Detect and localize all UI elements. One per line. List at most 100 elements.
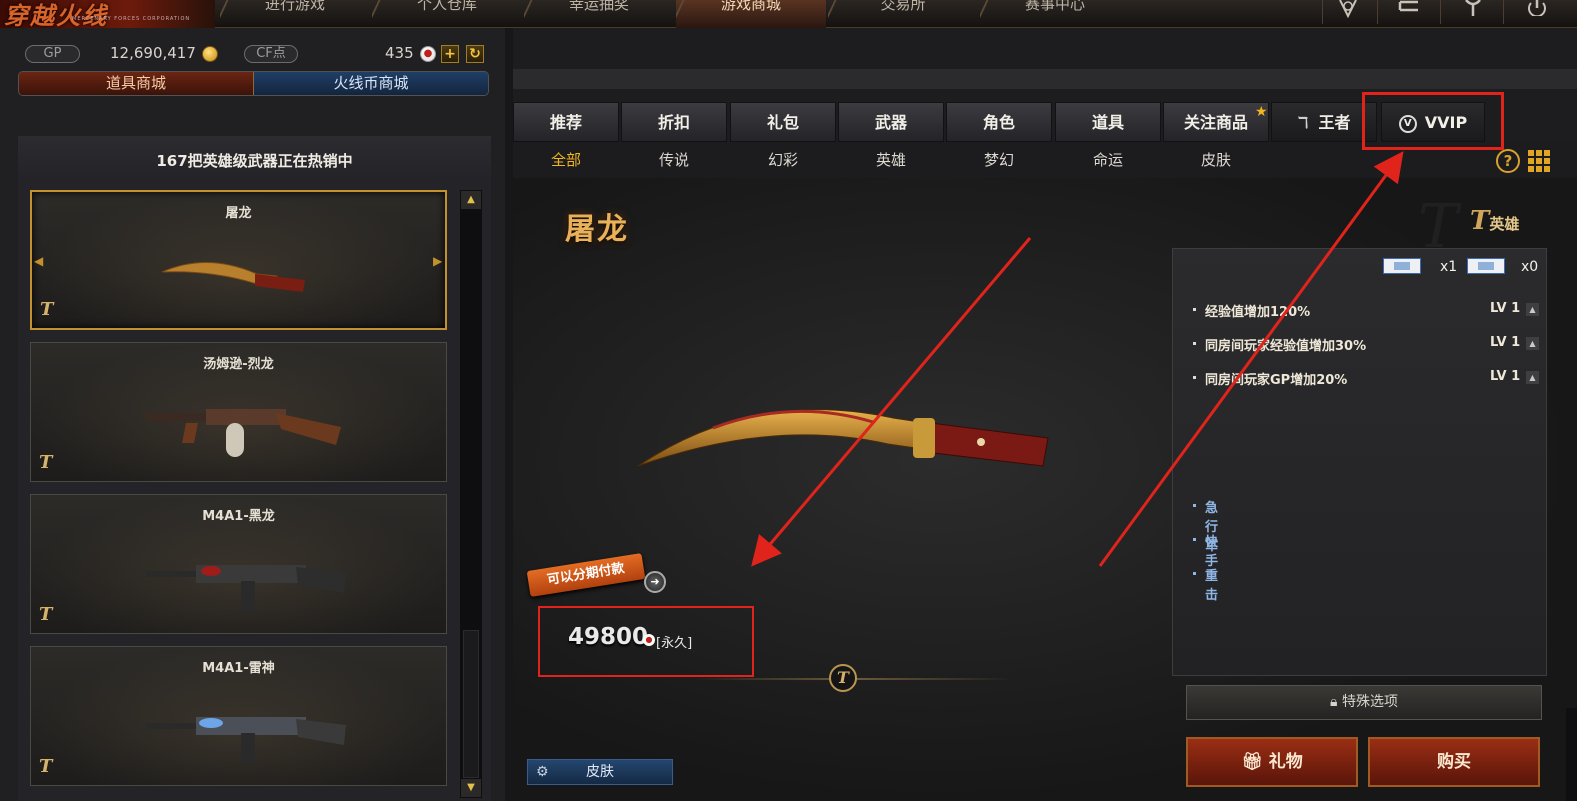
gp-value: 12,690,417 (110, 44, 196, 62)
king-icon: ℸ (1297, 113, 1309, 132)
machete-preview (637, 409, 1049, 467)
game-logo[interactable]: 穿越火线 MERCENARY FORCES CORPORATION (0, 0, 215, 30)
special-options-button[interactable]: 🔒︎ 特殊选项 (1186, 685, 1542, 720)
gift-icon: 🎁︎ (1241, 752, 1269, 772)
tab-king[interactable]: ℸ 王者 (1271, 102, 1377, 142)
tab-items[interactable]: 道具 (1055, 102, 1161, 142)
logo-subtitle: MERCENARY FORCES CORPORATION (72, 16, 191, 22)
tab-gift-pack[interactable]: 礼包 (730, 102, 836, 142)
tab-item-mall[interactable]: 道具商城 (19, 72, 254, 95)
subtab-all[interactable]: 全部 (513, 142, 619, 178)
grid-view-icon[interactable] (1528, 150, 1550, 172)
item-detail: 屠龙 T T英雄 可以分期付款 ➜ 49800 ● [永久] (513, 178, 1577, 801)
left-panel: GP 12,690,417 CF点 435 ● + ↻ 道具商城 火线币商城 1… (0, 28, 505, 801)
emblem-icon: T (829, 664, 857, 692)
nav-tab-label: 个人仓库 (416, 0, 477, 13)
item-card-m4a1-black-dragon[interactable]: M4A1-黑龙 T (30, 494, 447, 634)
skin-button[interactable]: ⚙ 皮肤 (527, 759, 673, 785)
nav-tab-inventory[interactable]: 个人仓库 (372, 0, 522, 28)
hero-rank-icon: T (39, 756, 53, 777)
nav-tab-lottery[interactable]: 幸运抽奖 (524, 0, 674, 28)
price-duration: [永久] (656, 636, 693, 651)
nav-tab-label: 赛事中心 (1024, 0, 1085, 13)
item-card-thompson[interactable]: 汤姆逊-烈龙 T (30, 342, 447, 482)
wrench-icon: ⚙ (536, 764, 549, 780)
hero-rank-icon: T (39, 604, 53, 625)
item-list-scrollbar[interactable]: ▲ ▼ (460, 190, 482, 798)
vip-shield-icon[interactable] (1335, 0, 1361, 20)
cf-coin-icon: ● (643, 634, 655, 646)
nav-tab-events[interactable]: 赛事中心 (980, 0, 1130, 28)
favorite-star-icon: ★ (1255, 104, 1268, 120)
machete-thumbnail (161, 261, 305, 292)
item-name: M4A1-黑龙 (202, 509, 275, 524)
rank-badge: T英雄 (1470, 206, 1519, 236)
banner-strip (513, 69, 1577, 89)
corner-ornament-icon: ▶ (433, 254, 443, 268)
category-tabs: 推荐 折扣 礼包 武器 角色 道具 关注商品 ★ ℸ 王者 V VVIP (513, 102, 1577, 142)
subtab-hero[interactable]: 英雄 (838, 142, 944, 178)
gp-coin-icon (202, 46, 218, 62)
nav-tab-exchange[interactable]: 交易所 (828, 0, 978, 28)
tab-favorites[interactable]: 关注商品 (1163, 102, 1269, 142)
skill-tag-label: 重击 (1205, 569, 1219, 603)
level-up-icon[interactable]: ▲ (1526, 371, 1539, 384)
nav-tab-shop[interactable]: 游戏商城 (676, 0, 826, 28)
stats-panel: x1 x0 经验值增加120% LV 1 ▲ 同房间玩家经验值增加30% LV … (1172, 248, 1547, 676)
tab-discount[interactable]: 折扣 (621, 102, 727, 142)
ticket-count: x1 (1440, 259, 1458, 275)
tab-huoxian-coin-mall[interactable]: 火线币商城 (254, 72, 488, 95)
price-box: 49800 ● [永久] (538, 606, 754, 677)
item-card-tulong[interactable]: 屠龙 ◀ ▶ T (30, 190, 447, 330)
subtab-colorful[interactable]: 幻彩 (730, 142, 836, 178)
nav-divider (1503, 0, 1504, 24)
ticket-count: x0 (1521, 259, 1539, 275)
nav-divider (1322, 0, 1323, 24)
item-name: M4A1-雷神 (202, 661, 275, 676)
installment-label: 可以分期付款 (526, 553, 646, 597)
subcategory-tabs: 全部 传说 幻彩 英雄 梦幻 命运 皮肤 ? (513, 142, 1577, 178)
scroll-up-arrow-icon[interactable]: ▲ (461, 191, 481, 209)
rifle-thumbnail (146, 565, 346, 611)
nav-tab-label: 游戏商城 (720, 0, 781, 13)
scroll-thumb[interactable] (463, 630, 479, 778)
detail-scrollbar[interactable] (1566, 708, 1577, 801)
level-up-icon[interactable]: ▲ (1526, 337, 1539, 350)
stat-row: 同房间玩家经验值增加30% LV 1 ▲ (1193, 335, 1543, 354)
stat-text: 同房间玩家GP增加20% (1205, 373, 1348, 388)
buy-button[interactable]: 购买 (1368, 737, 1540, 787)
installment-badge[interactable]: 可以分期付款 ➜ (526, 553, 666, 598)
recharge-button[interactable]: + (441, 45, 459, 63)
subtab-destiny[interactable]: 命运 (1055, 142, 1161, 178)
stat-level: LV 1 (1490, 335, 1521, 350)
tools-icon[interactable] (1460, 0, 1486, 20)
refresh-button[interactable]: ↻ (466, 45, 484, 63)
arrow-right-icon[interactable]: ➜ (644, 571, 666, 593)
nav-divider (1440, 0, 1441, 24)
nav-tab-play[interactable]: 进行游戏 (220, 0, 370, 28)
tab-characters[interactable]: 角色 (946, 102, 1052, 142)
special-options-label: 特殊选项 (1341, 694, 1398, 710)
tab-label: VVIP (1424, 113, 1468, 132)
scroll-down-arrow-icon[interactable]: ▼ (461, 779, 481, 797)
stat-text: 经验值增加120% (1205, 305, 1311, 320)
top-navigation: 穿越火线 MERCENARY FORCES CORPORATION 进行游戏 个… (0, 0, 1577, 30)
subtab-legend[interactable]: 传说 (621, 142, 727, 178)
stat-level: LV 1 (1490, 369, 1521, 384)
tab-recommend[interactable]: 推荐 (513, 102, 619, 142)
tab-vvip[interactable]: V VVIP (1381, 102, 1485, 142)
subtab-skin[interactable]: 皮肤 (1163, 142, 1269, 178)
help-icon[interactable]: ? (1496, 149, 1520, 173)
item-card-m4a1-thor[interactable]: M4A1-雷神 T (30, 646, 447, 786)
switch-icon[interactable] (1397, 0, 1423, 20)
gift-button[interactable]: 🎁︎ 礼物 (1186, 737, 1358, 787)
tab-weapons[interactable]: 武器 (838, 102, 944, 142)
hero-rank-icon: T (1470, 206, 1490, 236)
stat-text: 同房间玩家经验值增加30% (1205, 339, 1367, 354)
mall-tabs: 道具商城 火线币商城 (18, 71, 489, 96)
gift-button-label: 礼物 (1268, 752, 1303, 772)
power-icon[interactable] (1524, 0, 1550, 20)
level-up-icon[interactable]: ▲ (1526, 303, 1539, 316)
subtab-dream[interactable]: 梦幻 (946, 142, 1052, 178)
ticket-icon (1383, 258, 1421, 274)
